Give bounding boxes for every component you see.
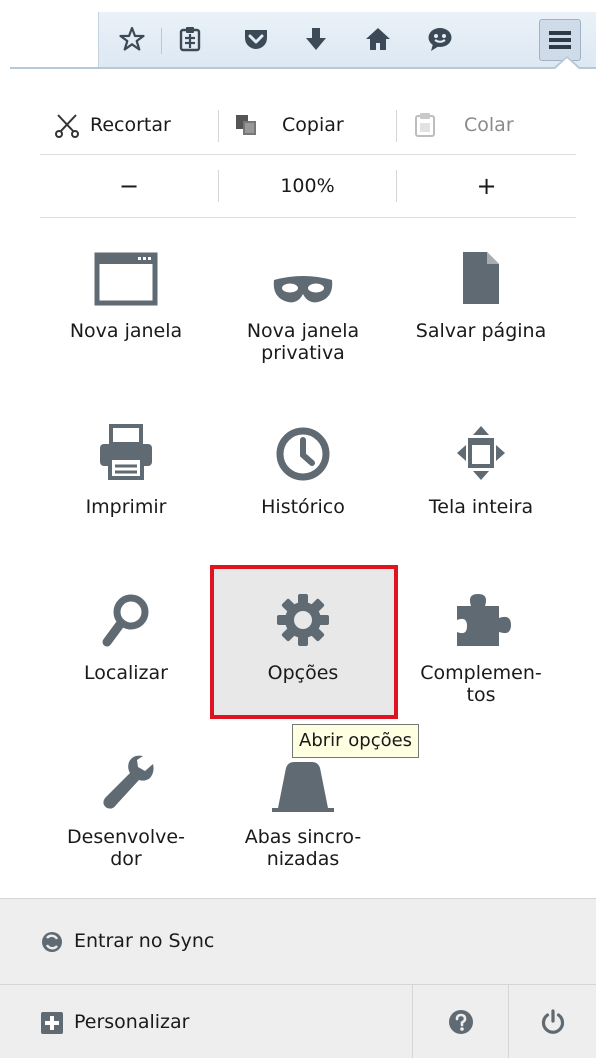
magnifier-icon (102, 594, 149, 647)
options-button[interactable]: Opções (218, 576, 388, 684)
zoom-divider (40, 217, 576, 218)
bookmark-star-button[interactable] (111, 18, 153, 60)
paste-label: Colar (464, 114, 514, 136)
save-page-button[interactable]: Salvar página (396, 234, 566, 342)
synced-tabs-label-line2: nizadas (266, 848, 340, 870)
hamburger-menu-icon (549, 31, 571, 49)
plus-box-icon (41, 1012, 63, 1034)
edit-separator (218, 110, 219, 142)
cut-button[interactable]: Recortar (54, 98, 171, 152)
save-page-label: Salvar página (415, 320, 547, 342)
synced-tabs-button[interactable]: Abas sincro- nizadas (218, 740, 388, 870)
home-icon (366, 28, 390, 50)
history-button[interactable]: Histórico (218, 410, 388, 518)
zoom-in-button[interactable]: + (397, 158, 576, 214)
zoom-controls: − 100% + (40, 158, 576, 214)
gear-icon (277, 594, 329, 646)
help-icon (448, 1009, 473, 1034)
zoom-reset-button[interactable]: 100% (219, 158, 396, 214)
edit-separator (396, 110, 397, 142)
addons-label-line2: tos (466, 684, 496, 706)
developer-label-line1: Desenvolve- (67, 826, 185, 848)
sync-icon (42, 932, 62, 952)
clock-icon (276, 427, 330, 481)
new-window-icon (94, 252, 158, 306)
find-button[interactable]: Localizar (41, 576, 211, 684)
printer-icon (100, 424, 152, 480)
chat-button[interactable] (419, 18, 461, 60)
reading-list-icon (179, 27, 201, 52)
private-window-label-line2: privativa (261, 342, 345, 364)
copy-icon (236, 115, 256, 135)
zoom-out-button[interactable]: − (40, 158, 218, 214)
cut-label: Recortar (90, 114, 171, 136)
power-icon (541, 1008, 564, 1034)
developer-label-line2: dor (110, 848, 142, 870)
clipboard-icon (415, 113, 435, 137)
history-label: Histórico (261, 496, 345, 518)
sync-label: Entrar no Sync (74, 930, 215, 952)
wrench-icon (103, 755, 154, 809)
mask-icon (273, 276, 333, 303)
copy-label: Copiar (282, 114, 344, 136)
edit-divider (40, 154, 576, 155)
scissors-icon (55, 114, 79, 138)
bottom-footer: Personalizar (0, 984, 596, 1058)
new-window-button[interactable]: Nova janela (41, 234, 211, 342)
sync-footer-button[interactable]: Entrar no Sync (0, 898, 596, 985)
fullscreen-icon (457, 426, 505, 480)
navigation-toolbar (0, 0, 596, 70)
pocket-icon (245, 30, 267, 49)
paste-button[interactable]: Colar (414, 98, 514, 152)
copy-button[interactable]: Copiar (234, 98, 344, 152)
home-button[interactable] (357, 18, 399, 60)
pocket-button[interactable] (235, 18, 277, 60)
open-menu-button[interactable] (539, 19, 581, 61)
edit-controls: Recortar Copiar Colar (40, 98, 576, 152)
customize-button[interactable]: Personalizar (0, 985, 410, 1058)
synced-tabs-label-line1: Abas sincro- (244, 826, 362, 848)
addons-button[interactable]: Complemen- tos (396, 576, 566, 706)
synced-tabs-icon (272, 762, 334, 812)
help-button[interactable] (413, 985, 508, 1058)
print-button[interactable]: Imprimir (41, 410, 211, 518)
fullscreen-button[interactable]: Tela inteira (396, 410, 566, 518)
customize-label: Personalizar (74, 1011, 190, 1033)
quit-button[interactable] (509, 985, 596, 1058)
find-label: Localizar (84, 662, 168, 684)
toolbar-bottom-border (10, 67, 596, 69)
private-window-label-line1: Nova janela (246, 320, 360, 342)
reading-list-button[interactable] (169, 18, 211, 60)
chat-icon (428, 28, 452, 51)
puzzle-piece-icon (457, 594, 511, 646)
new-window-label: Nova janela (69, 320, 183, 342)
downloads-button[interactable] (295, 18, 337, 60)
developer-button[interactable]: Desenvolve- dor (41, 740, 211, 870)
options-label: Opções (267, 662, 339, 684)
download-icon (306, 28, 326, 50)
print-label: Imprimir (85, 496, 167, 518)
toolbar-separator (161, 28, 162, 54)
panel-arrow (554, 58, 580, 70)
toolbar-buttons-area (98, 12, 596, 68)
fullscreen-label: Tela inteira (428, 496, 534, 518)
page-icon (463, 252, 499, 304)
private-window-button[interactable]: Nova janela privativa (218, 234, 388, 364)
star-icon (119, 26, 145, 51)
addons-label-line1: Complemen- (420, 662, 542, 684)
